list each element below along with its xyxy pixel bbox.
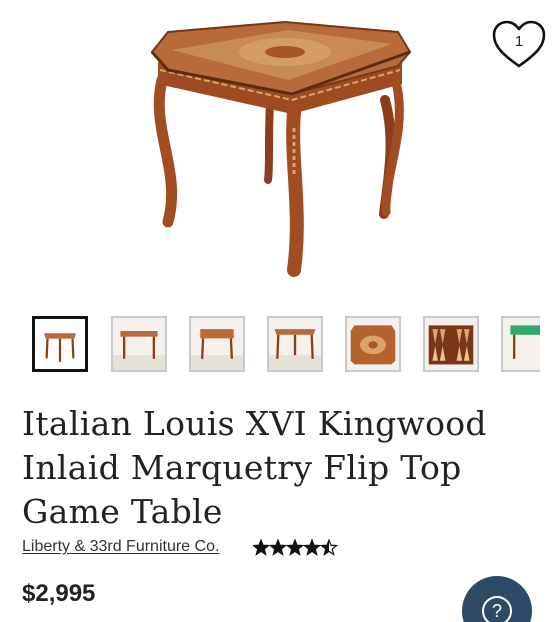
help-button[interactable]: ? (462, 576, 532, 622)
seller-rating-row: Liberty & 33rd Furniture Co. (22, 538, 422, 560)
thumbnail-6[interactable] (423, 316, 479, 372)
favorite-button[interactable]: 1 (490, 18, 548, 72)
product-title: Italian Louis XVI Kingwood Inlaid Marque… (22, 404, 487, 531)
thumbnail-4[interactable] (267, 316, 323, 372)
star-icon (268, 539, 288, 556)
seller-link[interactable]: Liberty & 33rd Furniture Co. (22, 538, 219, 555)
game-table-illustration (150, 20, 412, 277)
product-image[interactable] (0, 0, 560, 300)
green-felt-top-icon (510, 325, 540, 359)
thumbnail-5[interactable] (345, 316, 401, 372)
table-thumb-icon (269, 329, 321, 370)
product-price: $2,995 (22, 580, 96, 607)
rating-stars[interactable] (253, 539, 339, 557)
table-thumb-icon (43, 333, 77, 362)
table-thumb-icon (191, 329, 243, 370)
star-icon (253, 539, 271, 556)
inlay-top-icon (350, 325, 396, 365)
backgammon-board-icon (428, 325, 474, 365)
help-icon: ? (482, 596, 512, 622)
table-thumb-icon (113, 331, 165, 370)
thumbnail-1[interactable] (32, 316, 88, 372)
thumbnail-3[interactable] (189, 316, 245, 372)
thumbnail-strip[interactable] (32, 316, 540, 372)
favorite-count: 1 (514, 33, 524, 50)
thumbnail-7[interactable] (501, 316, 540, 372)
thumbnail-2[interactable] (111, 316, 167, 372)
star-icon (302, 539, 322, 556)
star-icon (285, 539, 305, 556)
